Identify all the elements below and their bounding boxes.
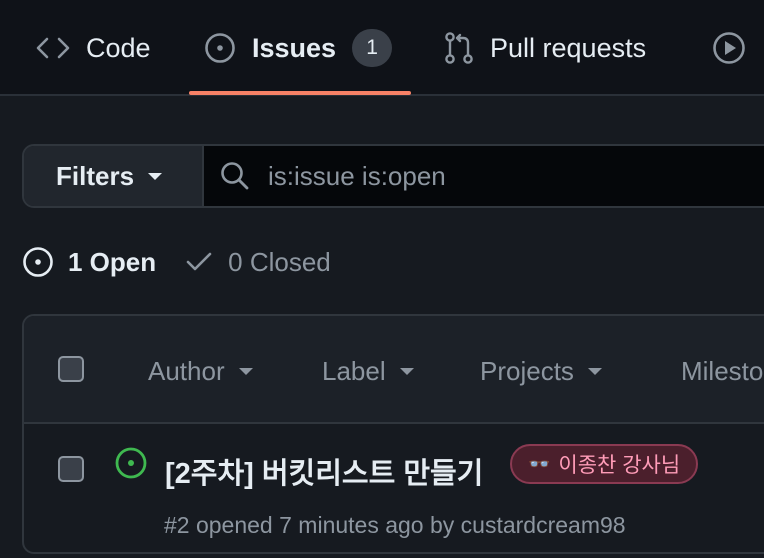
issues-list-box: Author Label Projects Milesto [2주차] 버킷리스… [22,314,764,554]
chevron-down-icon [587,368,602,375]
issue-label-badge[interactable]: 👓 이종찬 강사님 [510,444,699,484]
code-icon [36,36,70,60]
issue-row: [2주차] 버킷리스트 만들기 👓 이종찬 강사님 #2 opened 7 mi… [24,424,764,552]
issues-search-input[interactable]: is:issue is:open [204,146,764,206]
issue-title-link[interactable]: [2주차] 버킷리스트 만들기 [165,450,483,492]
closed-issues-label: 0 Closed [228,246,331,277]
label-filter-dropdown[interactable]: Label [322,356,414,387]
open-issues-label: 1 Open [68,246,157,277]
label-filter-label: Label [322,356,386,386]
issues-count-badge: 1 [352,29,393,67]
play-icon [712,31,746,65]
issue-select-checkbox[interactable] [58,456,84,482]
search-query-text: is:issue is:open [268,160,446,191]
issue-label-text: 이종찬 강사님 [558,454,681,477]
tab-pull-requests[interactable]: Pull requests [444,0,646,96]
chevron-down-icon [238,368,253,375]
projects-filter-dropdown[interactable]: Projects [480,356,602,387]
issue-meta-text: #2 opened 7 minutes ago by custardcream9… [164,512,626,538]
tab-issues[interactable]: Issues 1 [204,0,393,96]
check-icon [184,247,214,277]
issues-filter-bar: Filters is:issue is:open [22,144,764,208]
select-all-checkbox[interactable] [58,356,84,382]
tab-issues-label: Issues [252,32,337,63]
search-icon [220,161,250,191]
repo-nav: Code Issues 1 Pull requests [0,0,764,96]
tab-code[interactable]: Code [36,0,151,96]
issue-opened-icon [204,32,236,64]
chevron-down-icon [148,172,163,180]
selected-tab-underline [189,91,411,95]
projects-filter-label: Projects [480,356,574,386]
open-issues-link[interactable]: 1 Open [22,246,156,278]
tab-code-label: Code [86,32,151,63]
issue-state-toggle: 1 Open 0 Closed [22,238,331,286]
milestones-filter-label: Milesto [681,356,764,386]
closed-issues-link[interactable]: 0 Closed [184,247,331,278]
author-filter-label: Author [148,356,225,386]
tab-actions[interactable] [712,0,762,96]
git-pull-request-icon [444,32,474,64]
filters-dropdown-button[interactable]: Filters [24,146,204,206]
issue-opened-icon [22,246,54,278]
milestones-filter-dropdown[interactable]: Milesto [681,356,763,387]
filters-button-label: Filters [56,160,135,191]
issue-open-status-icon [114,446,148,480]
chevron-down-icon [399,368,414,375]
glasses-emoji-icon: 👓 [528,453,551,474]
issues-list-header: Author Label Projects Milesto [24,316,764,424]
author-filter-dropdown[interactable]: Author [148,356,253,387]
tab-pull-requests-label: Pull requests [490,32,647,63]
